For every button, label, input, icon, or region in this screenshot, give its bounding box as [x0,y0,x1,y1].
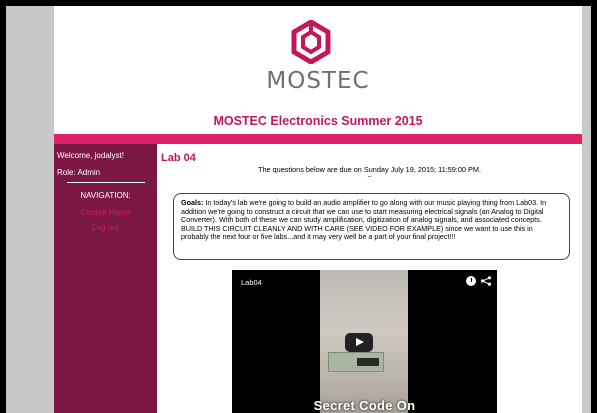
welcome-text: Welcome, jodalyst! [57,151,124,160]
separator-text: -- [367,174,372,180]
share-icon[interactable] [480,276,492,286]
browser-frame: MOSTEC MOSTEC Electronics Summer 2015 We… [6,6,591,413]
course-home-link[interactable]: Course Home [54,208,157,217]
role-text: Role: Admin [57,168,101,177]
sidebar: Welcome, jodalyst! Role: Admin NAVIGATIO… [54,144,157,413]
navigation-heading: NAVIGATION: [80,191,131,200]
video-player[interactable]: Lab04 Secret Code On [232,270,497,413]
video-title: Lab04 [241,278,262,287]
header-divider-bar [54,134,582,144]
page: MOSTEC MOSTEC Electronics Summer 2015 We… [54,6,582,413]
page-title: Lab 04 [161,152,196,164]
due-date-text: The questions below are due on Sunday Ju… [258,165,481,174]
video-caption: Secret Code On [313,398,416,413]
play-icon[interactable] [345,333,373,352]
main-content: Lab 04 The questions below are due on Su… [157,144,582,413]
sidebar-divider [67,182,145,183]
log-out-link[interactable]: Log out [54,223,157,232]
site-header: MOSTEC MOSTEC Electronics Summer 2015 [54,6,582,134]
chip-image [357,358,379,366]
goals-text: In today's lab we're going to build an a… [181,198,547,242]
mostec-logo-icon [291,20,331,64]
site-title: MOSTEC Electronics Summer 2015 [213,114,423,128]
brand-name: MOSTEC [266,68,370,94]
goals-box: Goals: In today's lab we're going to bui… [173,193,570,260]
clock-icon[interactable] [466,276,476,286]
